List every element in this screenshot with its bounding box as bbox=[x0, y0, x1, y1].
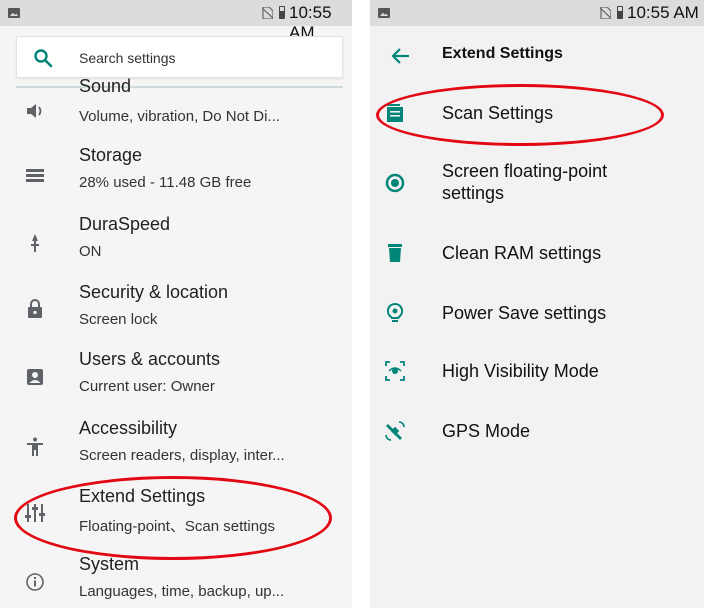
settings-item-security[interactable]: Security & location Screen lock bbox=[0, 278, 352, 346]
status-bar: 10:55 AM bbox=[0, 0, 352, 42]
item-subtitle: 28% used - 11.48 GB free bbox=[79, 174, 252, 191]
settings-item-accessibility[interactable]: Accessibility Screen readers, display, i… bbox=[0, 414, 352, 482]
highlight-ellipse bbox=[376, 84, 664, 146]
volume-icon bbox=[27, 104, 42, 118]
item-label: Clean RAM settings bbox=[442, 243, 602, 263]
info-icon bbox=[26, 573, 44, 591]
no-sim-icon bbox=[600, 7, 611, 19]
item-subtitle: ON bbox=[79, 243, 102, 260]
item-title: Users & accounts bbox=[79, 349, 221, 369]
back-arrow-icon[interactable] bbox=[390, 45, 412, 67]
item-title: DuraSpeed bbox=[79, 214, 171, 234]
battery-icon bbox=[617, 6, 623, 19]
duraspeed-icon bbox=[31, 234, 39, 252]
item-subtitle: Screen readers, display, inter... bbox=[79, 447, 285, 464]
floating-point-icon bbox=[385, 173, 405, 193]
extend-item-gps-mode[interactable]: GPS Mode bbox=[370, 404, 704, 464]
item-subtitle: Current user: Owner bbox=[79, 378, 215, 395]
accessibility-icon bbox=[27, 437, 43, 456]
lock-icon bbox=[28, 299, 42, 318]
status-time: 10:55 AM bbox=[627, 3, 699, 22]
trash-icon bbox=[388, 244, 402, 262]
search-icon bbox=[34, 49, 53, 68]
storage-icon bbox=[26, 169, 44, 182]
item-label: High Visibility Mode bbox=[442, 361, 599, 381]
settings-screen: 10:55 AM Search settings Sound Volume, v… bbox=[0, 0, 352, 608]
gps-icon bbox=[385, 421, 405, 441]
extend-settings-screen: 10:55 AM Extend Settings Scan Settings S… bbox=[370, 0, 704, 608]
item-subtitle: Languages, time, backup, up... bbox=[79, 583, 285, 600]
extend-item-power-save[interactable]: Power Save settings bbox=[370, 286, 704, 346]
settings-item-storage[interactable]: Storage 28% used - 11.48 GB free bbox=[0, 142, 352, 210]
highlight-ellipse bbox=[14, 476, 332, 560]
settings-item-sound[interactable]: Sound Volume, vibration, Do Not Di... bbox=[0, 76, 352, 146]
high-visibility-icon bbox=[385, 361, 405, 381]
item-title: Sound bbox=[79, 76, 132, 96]
battery-icon bbox=[279, 6, 285, 19]
extend-item-floating-point[interactable]: Screen floating-point settings bbox=[370, 150, 704, 216]
power-save-icon bbox=[386, 302, 404, 322]
status-bar: 10:55 AM bbox=[370, 0, 704, 26]
page-title: Extend Settings bbox=[442, 45, 563, 62]
item-label: Screen floating-point settings bbox=[442, 161, 608, 203]
search-bar[interactable]: Search settings bbox=[16, 36, 343, 78]
settings-item-duraspeed[interactable]: DuraSpeed ON bbox=[0, 210, 352, 278]
search-placeholder: Search settings bbox=[79, 50, 176, 66]
item-label: Power Save settings bbox=[442, 303, 607, 323]
no-sim-icon bbox=[262, 7, 273, 19]
settings-item-users[interactable]: Users & accounts Current user: Owner bbox=[0, 346, 352, 414]
item-title: Accessibility bbox=[79, 418, 178, 438]
item-title: Security & location bbox=[79, 282, 229, 302]
image-notification-icon bbox=[378, 8, 390, 18]
item-subtitle: Screen lock bbox=[79, 311, 158, 328]
item-label: GPS Mode bbox=[442, 421, 531, 441]
account-icon bbox=[27, 369, 43, 385]
image-notification-icon bbox=[8, 8, 20, 18]
item-subtitle: Volume, vibration, Do Not Di... bbox=[79, 108, 280, 125]
extend-item-clean-ram[interactable]: Clean RAM settings bbox=[370, 226, 704, 286]
item-title: Storage bbox=[79, 145, 143, 165]
extend-item-high-visibility[interactable]: High Visibility Mode bbox=[370, 344, 704, 404]
